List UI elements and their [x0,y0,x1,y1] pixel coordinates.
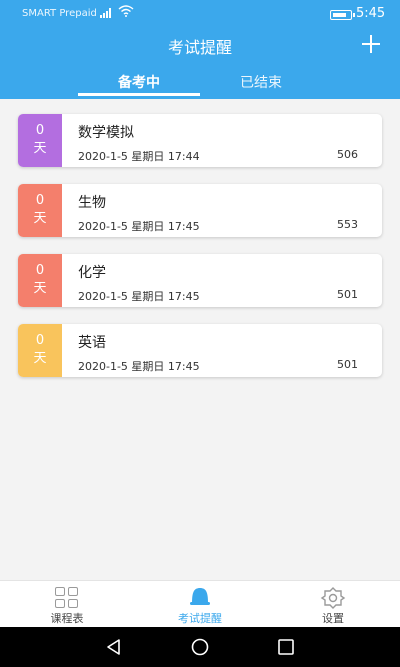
exam-list: 0 天 数学模拟 2020-1-5 星期日 17:44 506 0 天 生物 2… [18,114,382,394]
exam-date: 2020-1-5 星期日 17:45 [78,360,200,373]
clock: 5:45 [356,6,386,21]
days-badge: 0 天 [18,254,62,307]
wifi-icon [118,5,134,17]
carrier-label: SMART Prepaid [22,8,97,19]
system-nav-bar [0,627,400,667]
exam-name: 生物 [78,195,106,211]
days-badge: 0 天 [18,114,62,167]
plus-icon[interactable] [358,32,384,56]
exam-count: 501 [337,288,358,301]
days-count: 0 [35,193,45,208]
exam-count: 553 [337,218,358,231]
days-unit: 天 [33,351,47,366]
battery-icon [330,10,355,20]
nav-schedule[interactable]: 课程表 [17,581,117,628]
days-unit: 天 [33,211,47,226]
exam-card[interactable]: 0 天 英语 2020-1-5 星期日 17:45 501 [18,324,382,377]
tab-preparing[interactable]: 备考中 [78,72,200,92]
gear-icon [320,587,346,609]
days-badge: 0 天 [18,184,62,237]
exam-count: 501 [337,358,358,371]
exam-card[interactable]: 0 天 化学 2020-1-5 星期日 17:45 501 [18,254,382,307]
nav-exam-reminder[interactable]: 考试提醒 [150,581,250,628]
bell-icon [190,588,210,605]
exam-count: 506 [337,148,358,161]
days-badge: 0 天 [18,324,62,377]
nav-label: 设置 [322,612,344,625]
nav-settings[interactable]: 设置 [283,581,383,628]
exam-date: 2020-1-5 星期日 17:44 [78,150,200,163]
exam-card[interactable]: 0 天 数学模拟 2020-1-5 星期日 17:44 506 [18,114,382,167]
recents-icon[interactable] [276,637,296,657]
exam-name: 化学 [78,265,106,281]
grid-icon [55,587,79,609]
nav-label: 考试提醒 [178,612,222,625]
page-title: 考试提醒 [167,38,232,57]
exam-name: 数学模拟 [78,125,134,141]
home-icon[interactable] [190,637,210,657]
active-tab-indicator [78,93,200,96]
bottom-nav: 课程表 考试提醒 设置 [0,580,400,627]
nav-label: 课程表 [50,612,84,625]
days-count: 0 [35,123,45,138]
back-icon[interactable] [104,637,124,657]
exam-date: 2020-1-5 星期日 17:45 [78,290,200,303]
exam-name: 英语 [78,335,106,351]
days-unit: 天 [33,281,47,296]
exam-card[interactable]: 0 天 生物 2020-1-5 星期日 17:45 553 [18,184,382,237]
days-unit: 天 [33,141,47,156]
status-bar: SMART Prepaid 5:45 [0,0,400,28]
days-count: 0 [35,263,45,278]
tab-finished[interactable]: 已结束 [200,72,322,92]
days-count: 0 [35,333,45,348]
exam-date: 2020-1-5 星期日 17:45 [78,220,200,233]
app-header: SMART Prepaid 5:45 考试提醒 备考中 已结束 [0,0,400,99]
signal-icon [100,8,114,18]
